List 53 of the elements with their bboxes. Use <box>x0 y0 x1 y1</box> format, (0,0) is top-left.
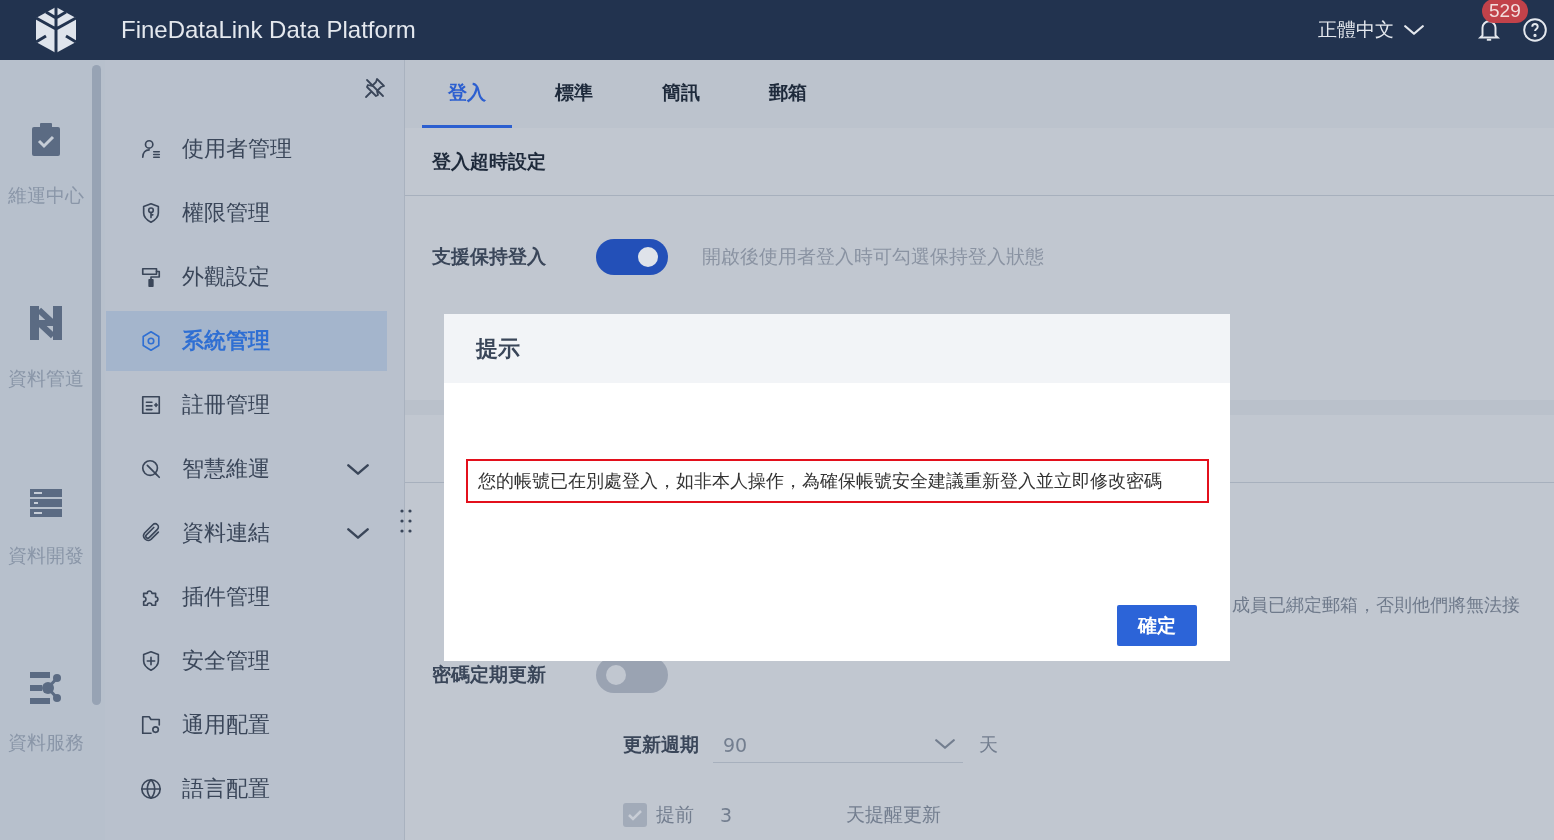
section-title: 登入超時設定 <box>432 148 546 174</box>
check-icon <box>627 807 643 823</box>
toggle-switch[interactable] <box>596 239 668 275</box>
globe-icon <box>140 778 162 800</box>
tab[interactable]: 簡訊 <box>636 60 726 128</box>
sidebar-item[interactable]: 外觀設定 <box>106 247 387 307</box>
dialog-title: 提示 <box>476 334 520 363</box>
help-icon[interactable] <box>1522 17 1548 43</box>
paint-roller-icon <box>140 266 162 288</box>
paperclip-icon <box>140 522 162 544</box>
notification-badge: 529 <box>1482 0 1528 23</box>
setting-description: 成員已綁定郵箱，否則他們將無法接 <box>1232 593 1520 617</box>
tab[interactable]: 登入 <box>422 60 512 128</box>
clipboard-check-icon[interactable] <box>31 123 61 157</box>
setting-label: 更新週期 <box>623 732 699 757</box>
checkbox[interactable] <box>623 803 647 827</box>
days-value: 3 <box>720 804 734 826</box>
user-icon <box>140 138 162 160</box>
pipeline-icon[interactable] <box>30 306 62 340</box>
tab[interactable]: 郵箱 <box>743 60 833 128</box>
server-stack-icon[interactable] <box>30 489 62 517</box>
settings-icon <box>140 330 162 352</box>
checkbox-label: 提前 <box>656 802 694 827</box>
setting-label: 密碼定期更新 <box>431 662 547 687</box>
shield-key-icon <box>140 202 162 224</box>
service-network-icon[interactable] <box>30 672 62 704</box>
sidebar-item[interactable]: 資料連結 <box>106 503 387 563</box>
reminder-label: 天提醒更新 <box>846 802 941 827</box>
unit-label: 天 <box>979 732 998 757</box>
logo-icon <box>33 5 79 55</box>
sidebar-item[interactable]: 智慧維運 <box>106 439 387 499</box>
wrench-search-icon <box>140 458 162 480</box>
shield-plus-icon <box>140 650 162 672</box>
sidebar-item[interactable]: 插件管理 <box>106 567 387 627</box>
folder-gear-icon <box>140 714 162 736</box>
chevron-down-icon[interactable] <box>347 528 369 541</box>
app-title: FineDataLink Data Platform <box>121 16 416 44</box>
register-icon <box>140 394 162 416</box>
sidebar-item[interactable]: 安全管理 <box>106 631 387 691</box>
dialog-message: 您的帳號已在別處登入，如非本人操作，為確保帳號安全建議重新登入並立即修改密碼 <box>466 459 1209 503</box>
sidebar-item[interactable]: 使用者管理 <box>106 119 387 179</box>
confirm-button[interactable]: 確定 <box>1117 605 1197 646</box>
tab[interactable]: 標準 <box>529 60 619 128</box>
chevron-down-icon[interactable] <box>347 464 369 477</box>
sidebar-item[interactable]: 註冊管理 <box>106 375 387 435</box>
sidebar-item[interactable]: 語言配置 <box>106 759 387 819</box>
sidebar-item[interactable]: 權限管理 <box>106 183 387 243</box>
scrollbar[interactable] <box>92 65 101 705</box>
setting-label: 支援保持登入 <box>431 244 547 269</box>
language-selector[interactable]: 正體中文 <box>1318 17 1424 43</box>
drag-handle-icon[interactable] <box>399 508 413 534</box>
sidebar-item[interactable]: 通用配置 <box>106 695 387 755</box>
unpin-icon <box>363 75 387 100</box>
